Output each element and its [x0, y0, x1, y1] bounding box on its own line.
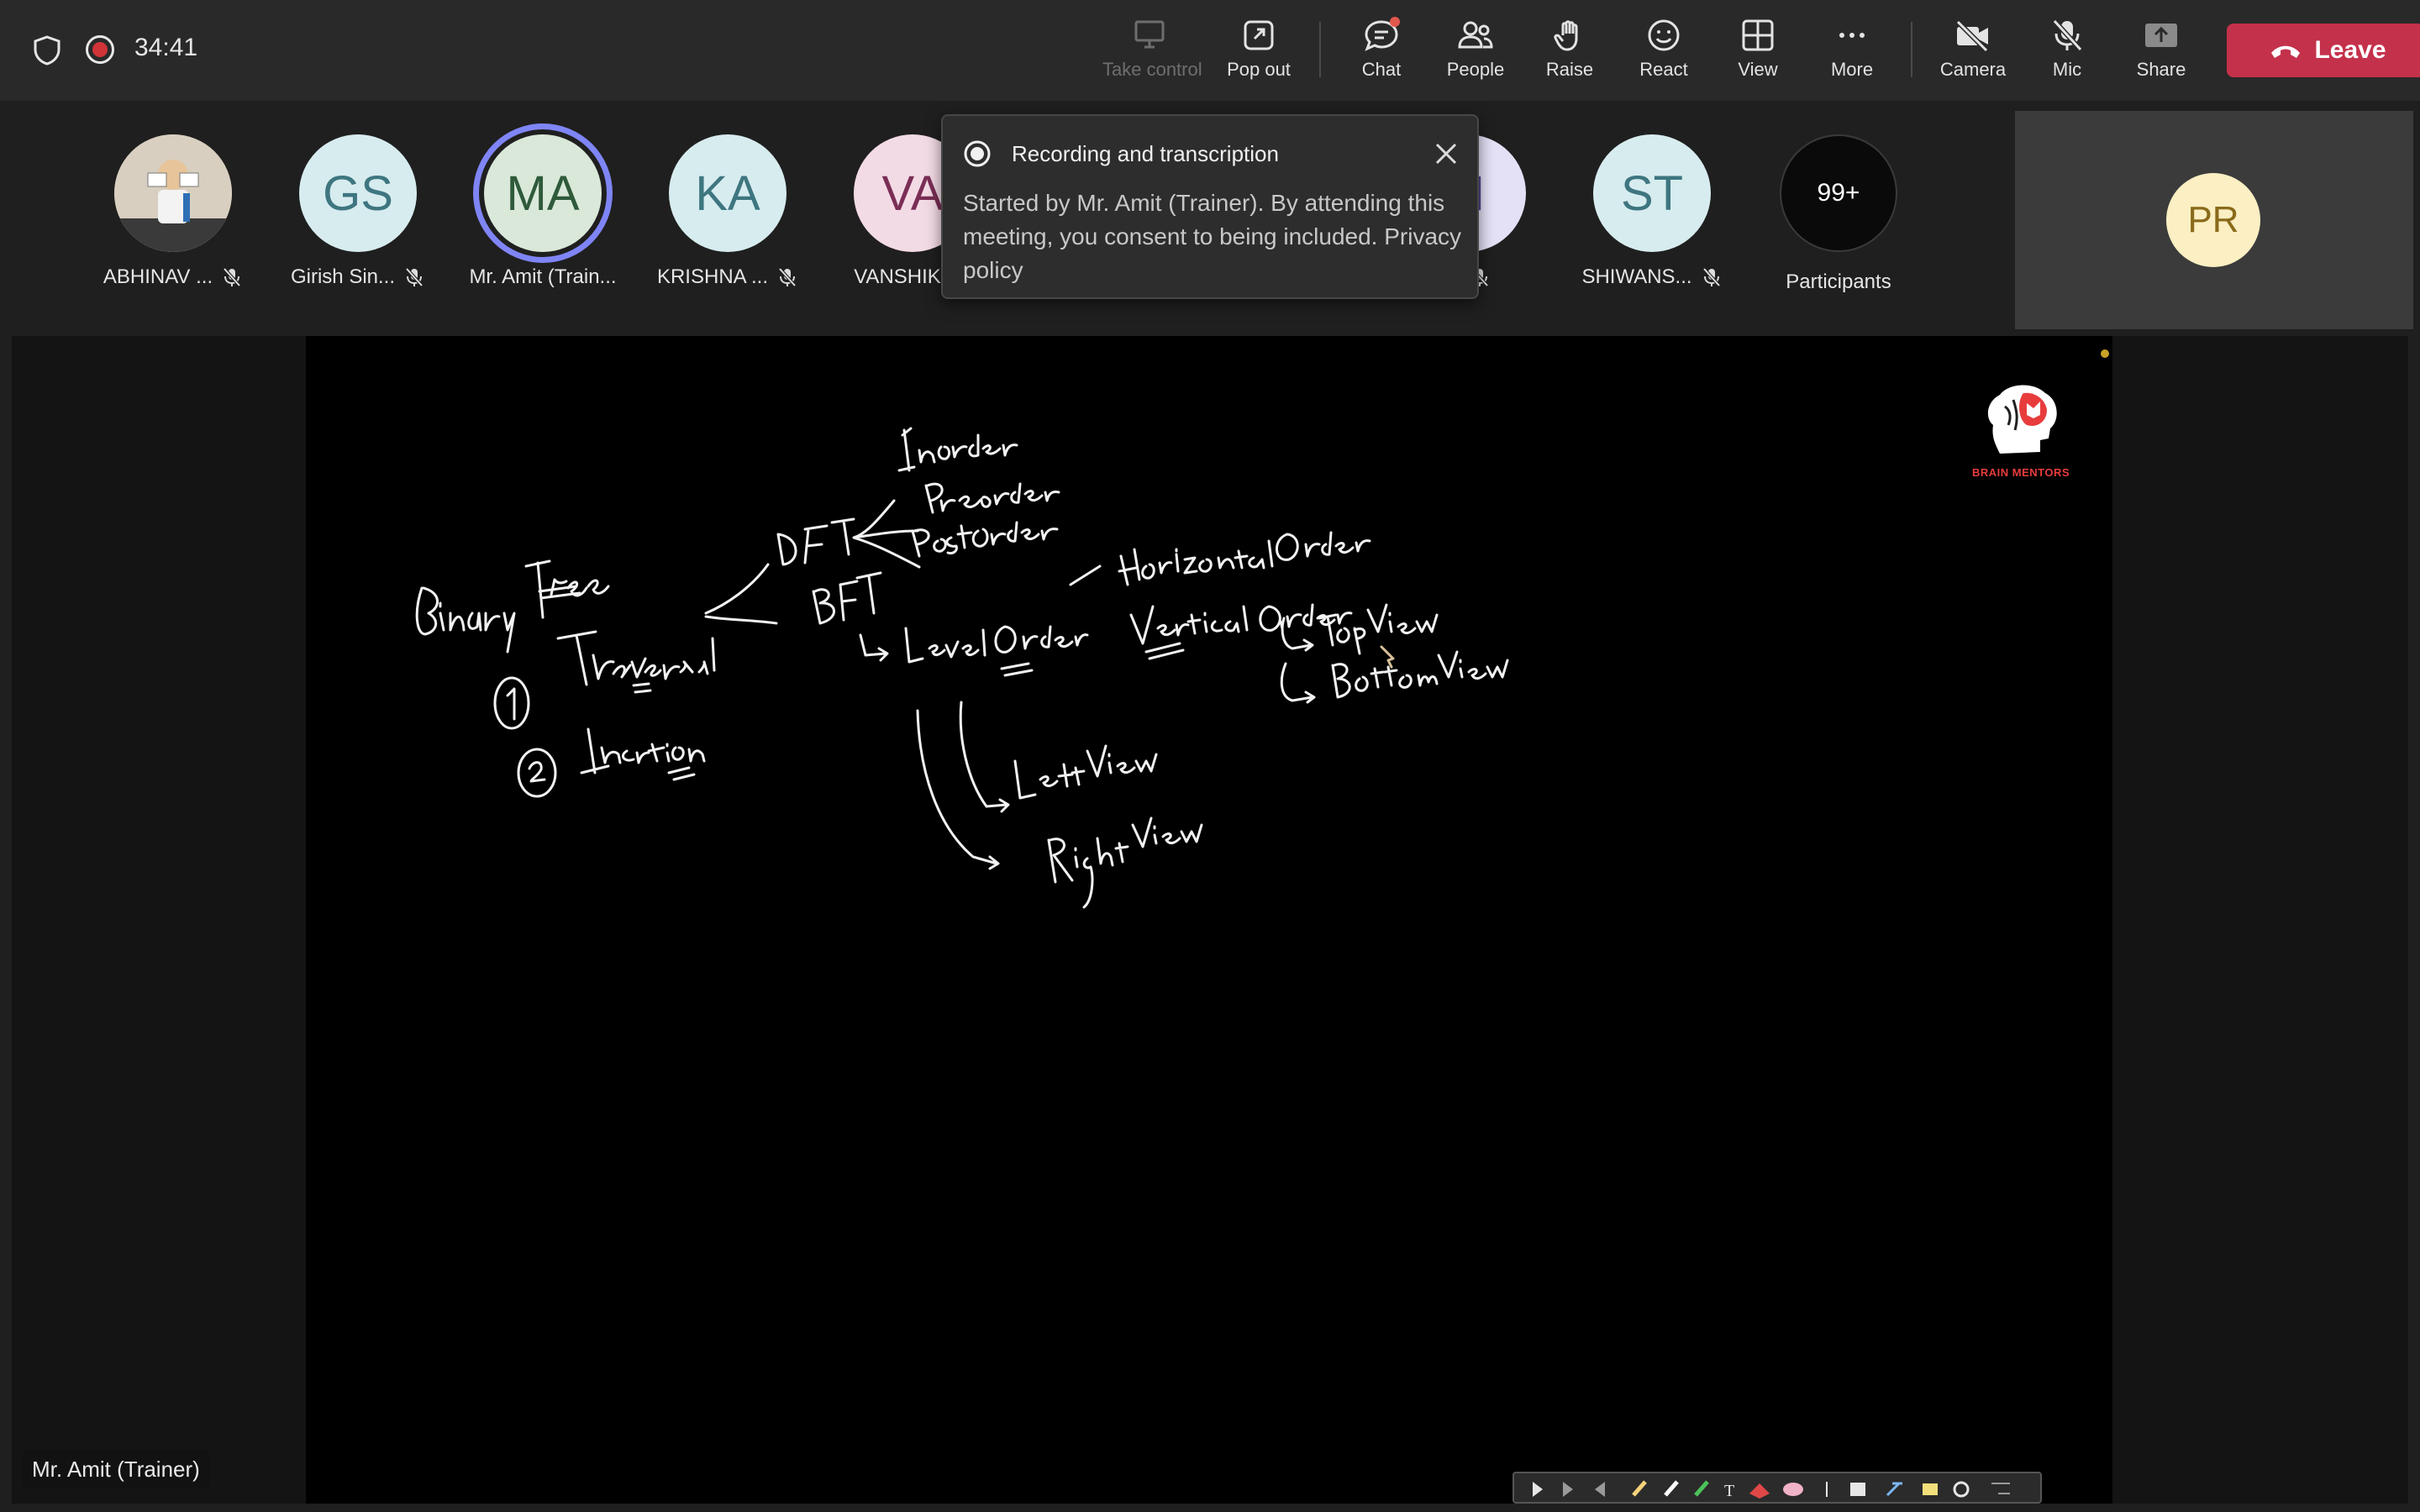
avatar: GS: [299, 134, 417, 252]
record-icon: [964, 140, 991, 167]
mic-muted-icon: [405, 267, 424, 287]
participant-name: Girish Sin...: [290, 265, 396, 288]
participant-name: SHIWANS...: [1581, 265, 1692, 288]
mic-label: Mic: [2052, 59, 2082, 80]
presenter-name-label: Mr. Amit (Trainer): [22, 1450, 210, 1488]
status-dot: [2101, 349, 2109, 358]
monitor-icon: [1134, 20, 1165, 49]
svg-text:T: T: [1724, 1482, 1734, 1500]
participant-tile[interactable]: ST SHIWANS...: [1568, 134, 1736, 289]
pop-out-button[interactable]: Pop out: [1212, 15, 1306, 91]
avatar: ST: [1593, 134, 1711, 252]
meeting-toolbar: 34:41 Take control Pop out Chat People R…: [0, 0, 2420, 101]
hand-icon: [1554, 20, 1578, 51]
view-label: View: [1738, 59, 1778, 80]
notification-body: Started by Mr. Amit (Trainer). By attend…: [963, 186, 1467, 287]
view-button[interactable]: View: [1711, 15, 1805, 91]
recording-icon: [86, 35, 114, 64]
participant-name: KRISHNA ...: [656, 265, 769, 288]
react-button[interactable]: React: [1617, 15, 1711, 91]
more-icon: [1839, 33, 1865, 38]
share-label: Share: [2136, 59, 2186, 80]
smiley-icon: [1648, 19, 1680, 51]
grid-view-icon: [1742, 19, 1774, 51]
notification-title: Recording and transcription: [1012, 141, 1279, 166]
mic-muted-icon: [778, 267, 797, 287]
people-label: People: [1446, 59, 1505, 80]
pen-toolbar[interactable]: T: [1512, 1472, 2042, 1504]
participant-tile[interactable]: KA KRISHNA ...: [644, 134, 812, 289]
leave-label: Leave: [2314, 36, 2386, 64]
mic-muted-icon: [1702, 267, 1721, 287]
participant-tile[interactable]: GS Girish Sin...: [274, 134, 442, 289]
more-button[interactable]: More: [1805, 15, 1899, 91]
participant-tile[interactable]: ABHINAV ...: [89, 134, 257, 289]
participant-tile-speaking[interactable]: MA Mr. Amit (Train...: [459, 134, 627, 289]
share-screen-icon: [2145, 24, 2177, 47]
participant-name: Mr. Amit (Train...: [469, 265, 617, 288]
avatar: [114, 134, 232, 252]
hang-up-icon: [2271, 45, 2301, 58]
brain-mentors-logo-icon: [1987, 385, 2057, 454]
participant-name: ABHINAV ...: [103, 265, 213, 288]
mic-button[interactable]: Mic: [2020, 15, 2114, 91]
avatar: KA: [669, 134, 786, 252]
pop-out-icon: [1244, 20, 1274, 50]
meeting-timer: 34:41: [134, 34, 198, 61]
self-view-tile[interactable]: PR: [2015, 111, 2413, 329]
mic-muted-icon: [223, 267, 241, 287]
camera-label: Camera: [1939, 59, 2007, 80]
chat-notification-dot: [1390, 17, 1400, 27]
raise-hand-button[interactable]: Raise: [1523, 15, 1617, 91]
participants-overflow-button[interactable]: 99+: [1780, 134, 1897, 252]
pop-out-label: Pop out: [1227, 59, 1291, 80]
camera-off-icon: [1955, 19, 1989, 52]
people-button[interactable]: People: [1428, 15, 1523, 91]
profile-photo-icon: [114, 134, 232, 252]
notification-text: Started by Mr. Amit (Trainer). By attend…: [963, 190, 1445, 249]
whiteboard-canvas[interactable]: [306, 336, 2112, 1504]
handwritten-notes: [415, 427, 1509, 909]
people-icon: [1458, 21, 1493, 49]
shield-icon[interactable]: [30, 34, 64, 67]
camera-button[interactable]: Camera: [1926, 15, 2020, 91]
chat-button[interactable]: Chat: [1334, 15, 1428, 91]
share-button[interactable]: Share: [2114, 15, 2208, 91]
toolbar-divider: [1911, 22, 1912, 77]
participants-overflow-label: Participants: [1786, 270, 1891, 293]
take-control-label: Take control: [1102, 59, 1202, 80]
react-label: React: [1639, 59, 1688, 80]
avatar: PR: [2166, 173, 2260, 267]
toolbar-divider: [1319, 22, 1321, 77]
close-icon[interactable]: [1434, 141, 1459, 166]
avatar: MA: [484, 134, 602, 252]
brand-logo: BRAIN MENTORS: [1958, 376, 2084, 486]
chat-label: Chat: [1361, 59, 1402, 80]
brand-logo-text: BRAIN MENTORS: [1971, 466, 2070, 479]
raise-label: Raise: [1545, 59, 1594, 80]
annotation-tools-icons: T: [1533, 1480, 2010, 1500]
take-control-button[interactable]: Take control: [1102, 15, 1202, 91]
recording-notification: Recording and transcription Started by M…: [941, 114, 1479, 299]
leave-button[interactable]: Leave: [2227, 24, 2420, 77]
more-label: More: [1830, 59, 1874, 80]
mic-off-icon: [2052, 18, 2083, 52]
